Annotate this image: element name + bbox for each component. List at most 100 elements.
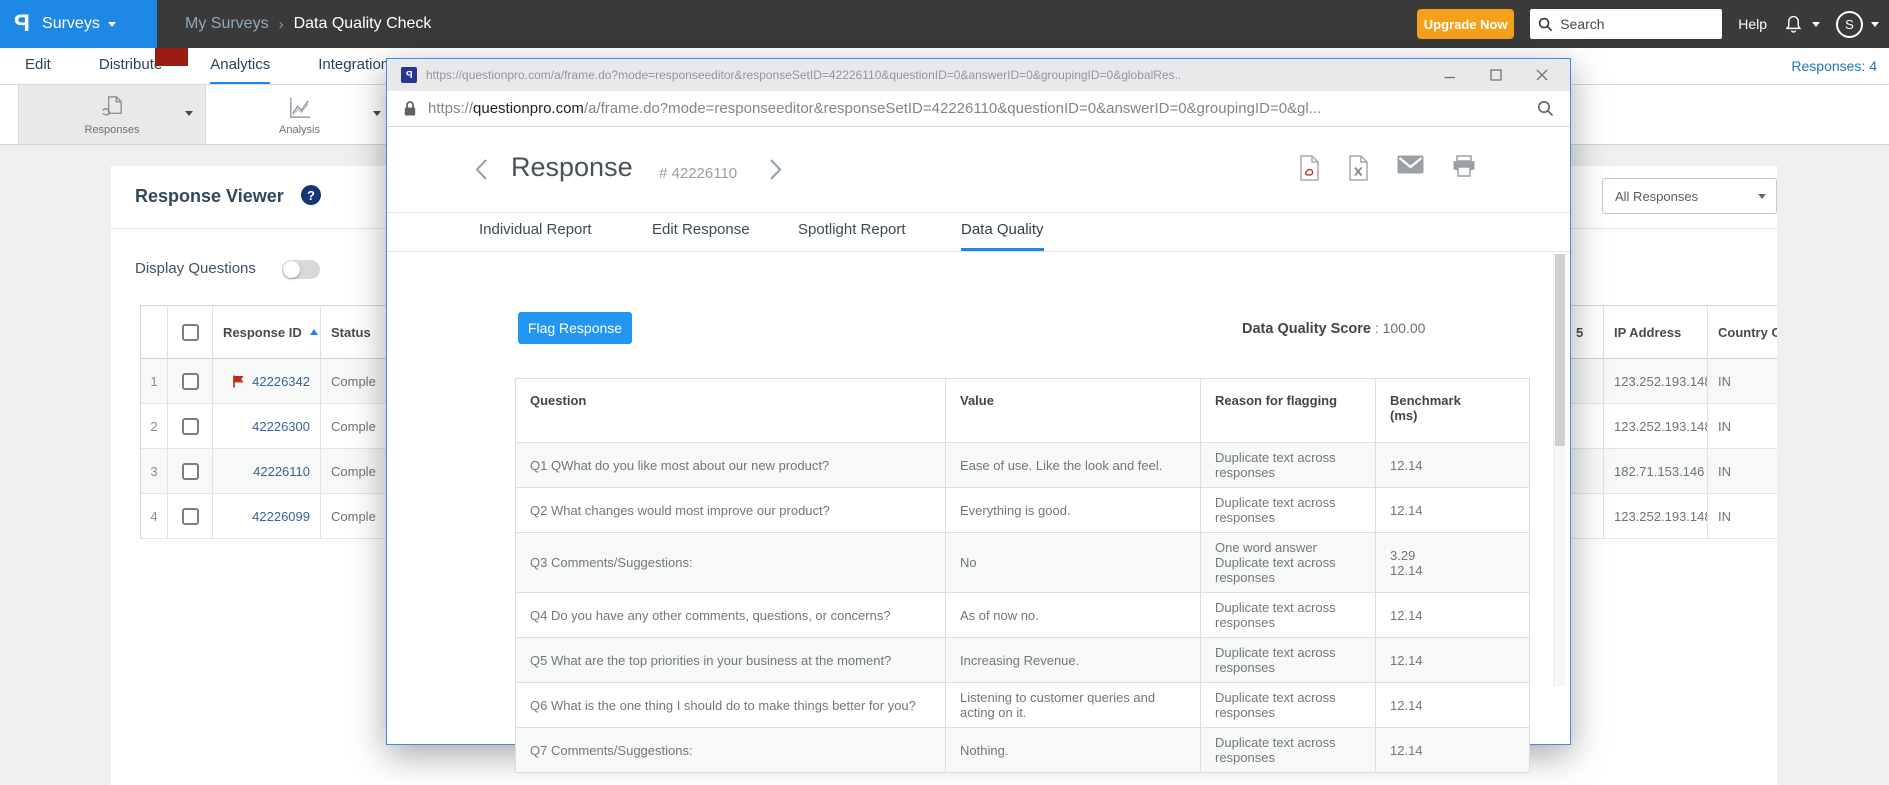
response-editor-window: P https://questionpro.com/a/frame.do?mod… [386,58,1571,745]
notifications-bell-icon[interactable] [1783,13,1820,35]
zoom-icon[interactable] [1537,100,1554,117]
row-checkbox[interactable] [182,418,199,435]
chevron-down-icon [373,111,381,116]
value-cell: Ease of use. Like the look and feel. [946,443,1201,488]
ip-cell: 123.252.193.148 [1604,494,1708,539]
table-header-row: Question Value Reason for flagging Bench… [516,379,1530,443]
reason-cell: Duplicate text across responses [1201,728,1376,773]
benchmark-cell: 3.29 12.14 [1376,533,1530,593]
export-pdf-icon[interactable] [1299,155,1320,181]
avatar[interactable]: S [1836,11,1863,38]
question-cell: Q5 What are the top priorities in your b… [516,638,946,683]
tab-spotlight-report[interactable]: Spotlight Report [798,213,906,251]
help-link[interactable]: Help [1738,16,1767,32]
lock-icon [403,100,417,117]
page-title: Response Viewer [135,186,284,207]
tab-edit[interactable]: Edit [25,48,51,84]
previous-response-icon[interactable] [475,158,488,181]
brand-surveys-menu[interactable]: P Surveys [0,0,157,48]
minimize-icon[interactable] [1444,69,1456,81]
chevron-down-icon [185,111,193,116]
flag-response-button[interactable]: Flag Response [518,312,632,344]
maximize-icon[interactable] [1490,69,1502,81]
row-checkbox[interactable] [182,508,199,525]
responses-table-right: 5 IP Address Country Co 123.252.193.148 … [1565,305,1777,539]
response-id-link[interactable]: 42226342 [213,359,321,404]
questionpro-favicon-icon: P [401,67,417,83]
row-number: 1 [141,359,168,404]
tab-integration[interactable]: Integration [318,48,389,84]
responses-document-icon [99,94,126,121]
account-menu[interactable]: S [1836,11,1879,38]
display-questions-toggle[interactable] [282,260,320,279]
reason-cell: Duplicate text across responses [1201,488,1376,533]
question-cell: Q6 What is the one thing I should do to … [516,683,946,728]
value-cell: Nothing. [946,728,1201,773]
row-checkbox[interactable] [182,463,199,480]
close-icon[interactable] [1536,69,1548,81]
ip-cell: 123.252.193.148 [1604,404,1708,449]
address-bar[interactable]: https://questionpro.com/a/frame.do?mode=… [387,91,1570,127]
response-title: Response [511,152,633,183]
export-excel-icon[interactable] [1348,155,1369,181]
chevron-down-icon [1812,22,1820,27]
country-cell: IN [1708,359,1777,404]
response-header: Response # 42226110 [387,127,1570,213]
partial-cell [1566,404,1604,449]
search-box[interactable] [1530,9,1722,39]
scrollbar-track[interactable] [1553,254,1565,686]
question-cell: Q3 Comments/Suggestions: [516,533,946,593]
country-cell: IN [1708,449,1777,494]
upgrade-now-button[interactable]: Upgrade Now [1417,9,1514,39]
next-response-icon[interactable] [769,158,782,181]
table-row: Q3 Comments/Suggestions: No One word ans… [516,533,1530,593]
tab-edit-response[interactable]: Edit Response [652,213,750,251]
response-id-link[interactable]: 42226099 [213,494,321,539]
select-all-checkbox[interactable] [182,324,199,341]
avatar-initial: S [1845,17,1854,32]
question-cell: Q1 QWhat do you like most about our new … [516,443,946,488]
toggle-knob [283,261,300,278]
header-benchmark: Benchmark (ms) [1376,379,1530,443]
country-cell: IN [1708,494,1777,539]
response-id-link[interactable]: 42226300 [213,404,321,449]
column-header-rownum [141,306,168,359]
toolbar-tab-analysis[interactable]: Analysis [206,85,394,144]
column-header-ip: IP Address [1604,306,1708,359]
tab-data-quality[interactable]: Data Quality [961,213,1044,251]
search-input[interactable] [1560,16,1710,32]
tab-analytics[interactable]: Analytics [210,48,270,84]
benchmark-cell: 12.14 [1376,728,1530,773]
value-cell: Listening to customer queries and acting… [946,683,1201,728]
print-icon[interactable] [1452,155,1476,181]
tab-distribute[interactable]: Distribute [99,48,162,84]
window-title-bar[interactable]: P https://questionpro.com/a/frame.do?mod… [387,59,1570,91]
window-title-url: https://questionpro.com/a/frame.do?mode=… [426,68,1432,82]
email-icon[interactable] [1397,155,1424,181]
response-number: # 42226110 [659,165,737,182]
response-id-link[interactable]: 42226110 [213,449,321,494]
top-nav: P Surveys My Surveys › Data Quality Chec… [0,0,1889,48]
toolbar-tab-responses[interactable]: Responses [18,85,206,144]
benchmark-cell: 12.14 [1376,638,1530,683]
responses-count[interactable]: Responses: 4 [1791,48,1877,84]
address-url: https://questionpro.com/a/frame.do?mode=… [428,100,1537,117]
row-checkbox-cell [168,449,213,494]
header-question: Question [516,379,946,443]
row-checkbox-cell [168,359,213,404]
breadcrumb-my-surveys[interactable]: My Surveys [185,15,269,33]
value-cell: As of now no. [946,593,1201,638]
data-quality-score: Data Quality Score : 100.00 [1242,320,1425,337]
questionpro-logo-icon: P [14,12,30,36]
brand-label: Surveys [42,15,100,33]
help-icon[interactable]: ? [301,185,321,205]
row-checkbox[interactable] [182,373,199,390]
table-row: Q2 What changes would most improve our p… [516,488,1530,533]
column-header-response-id[interactable]: Response ID [213,306,321,359]
scrollbar-thumb[interactable] [1555,254,1565,446]
flag-icon [232,375,246,388]
all-responses-dropdown[interactable]: All Responses [1602,178,1777,214]
row-checkbox-cell [168,494,213,539]
tab-individual-report[interactable]: Individual Report [479,213,592,251]
column-header-country: Country Co [1708,306,1777,359]
